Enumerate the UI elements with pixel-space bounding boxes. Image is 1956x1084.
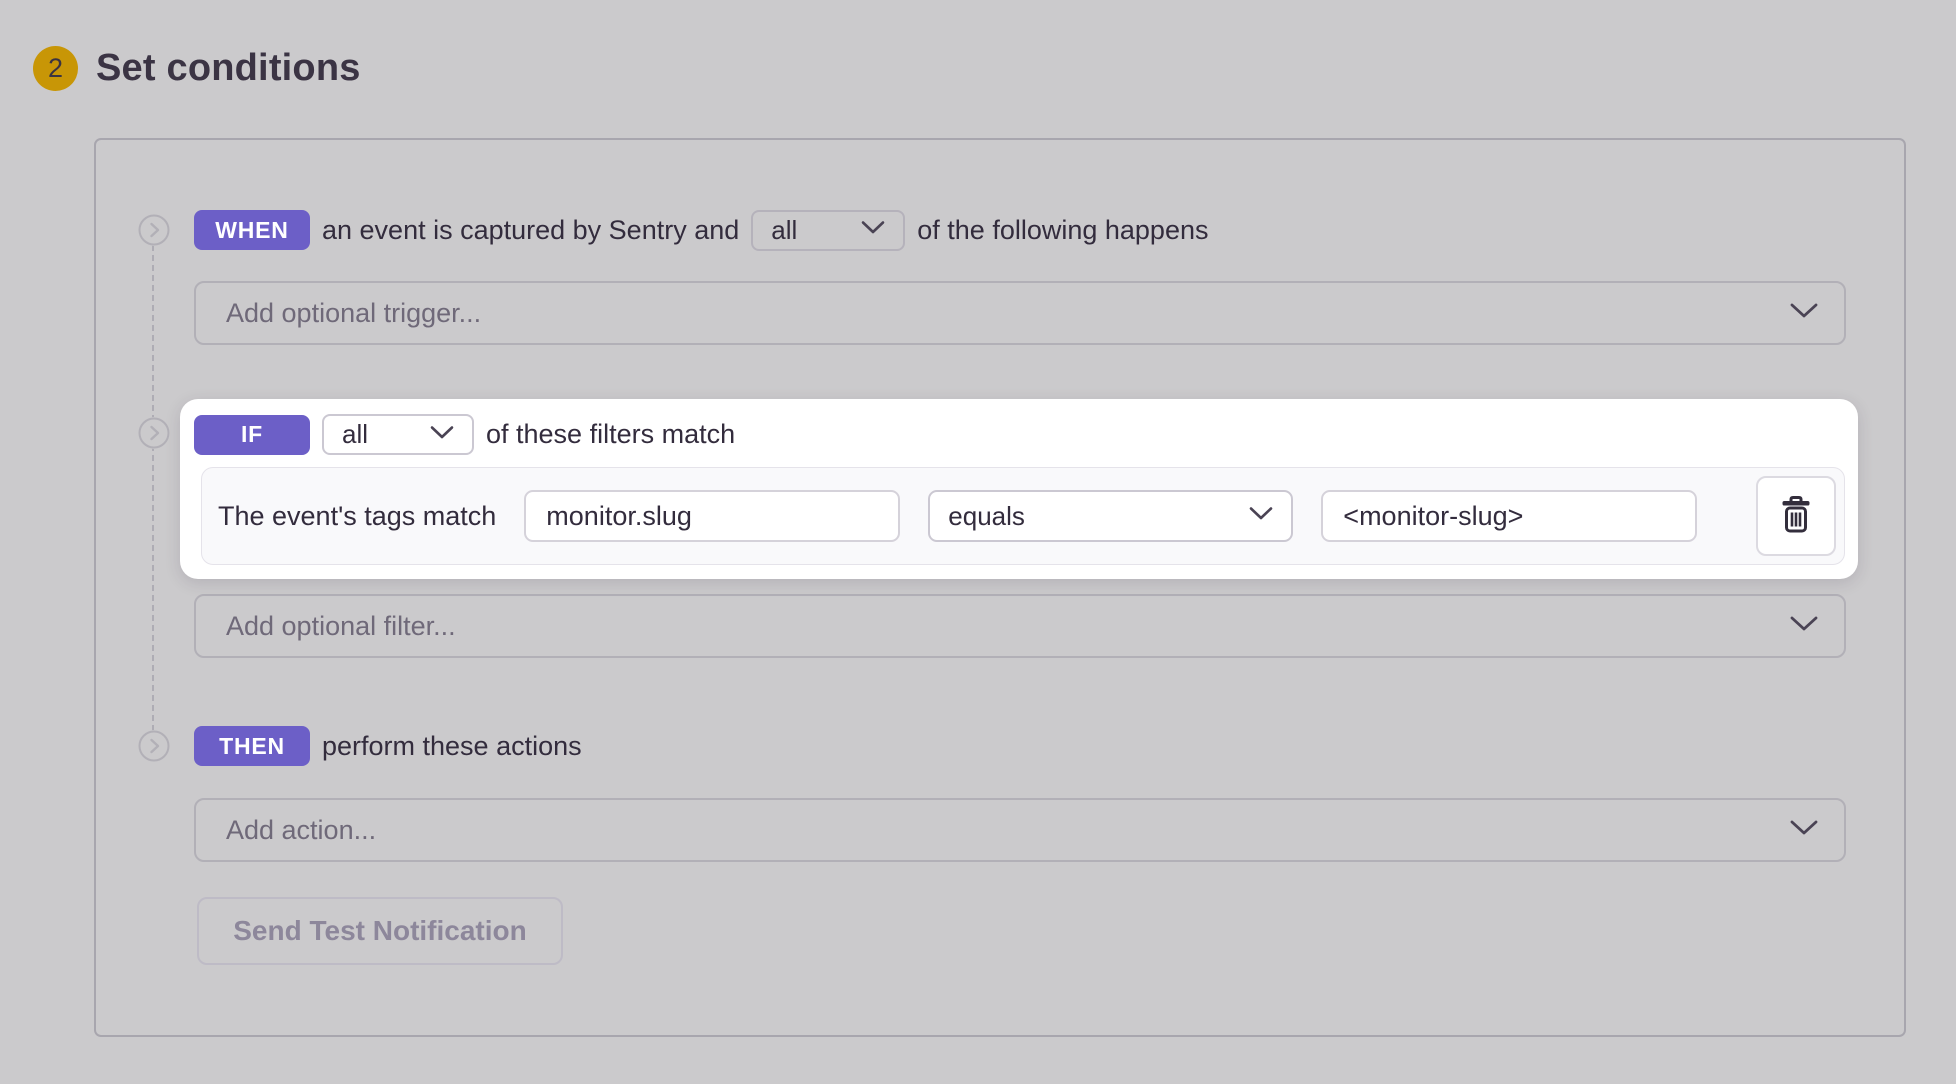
- tag-value-input[interactable]: [1321, 490, 1697, 542]
- chevron-right-circle-icon: [138, 730, 170, 762]
- delete-filter-button[interactable]: [1756, 476, 1836, 556]
- chevron-down-icon: [1790, 302, 1818, 324]
- add-action-placeholder: Add action...: [226, 815, 376, 846]
- add-trigger-dropdown[interactable]: Add optional trigger...: [194, 281, 1846, 345]
- add-trigger-placeholder: Add optional trigger...: [226, 298, 481, 329]
- section-header: 2 Set conditions: [33, 46, 361, 91]
- chevron-down-icon: [1249, 506, 1273, 526]
- chevron-down-icon: [1790, 819, 1818, 841]
- chevron-down-icon: [1790, 615, 1818, 637]
- when-text-after: of the following happens: [917, 215, 1208, 246]
- filter-condition-row: The event's tags match equals: [201, 467, 1845, 565]
- step-connector-line: [152, 245, 154, 731]
- if-badge: IF: [194, 415, 310, 455]
- then-text-after: perform these actions: [322, 731, 582, 762]
- match-operator-value: equals: [948, 501, 1025, 532]
- match-operator-select[interactable]: equals: [928, 490, 1293, 542]
- when-badge: WHEN: [194, 210, 310, 250]
- chevron-right-circle-icon: [138, 417, 170, 449]
- when-text-before: an event is captured by Sentry and: [322, 215, 739, 246]
- if-header-row: IF all of these filters match: [194, 414, 735, 455]
- add-action-dropdown[interactable]: Add action...: [194, 798, 1846, 862]
- then-row: THEN perform these actions: [194, 726, 582, 766]
- chevron-down-icon: [430, 425, 454, 445]
- if-match-select[interactable]: all: [322, 414, 474, 455]
- step-number-badge: 2: [33, 46, 78, 91]
- if-filter-card: IF all of these filters match The event'…: [180, 399, 1858, 579]
- tag-key-input[interactable]: [524, 490, 900, 542]
- then-badge: THEN: [194, 726, 310, 766]
- if-match-select-value: all: [342, 419, 368, 450]
- page-title: Set conditions: [96, 47, 361, 90]
- when-match-select-value: all: [771, 215, 797, 246]
- send-test-notification-button[interactable]: Send Test Notification: [197, 897, 563, 965]
- filter-condition-label: The event's tags match: [218, 501, 496, 532]
- trash-icon: [1779, 496, 1813, 537]
- chevron-down-icon: [861, 220, 885, 240]
- chevron-right-circle-icon: [138, 214, 170, 246]
- conditions-panel: WHEN an event is captured by Sentry and …: [94, 138, 1906, 1037]
- when-row: WHEN an event is captured by Sentry and …: [194, 210, 1208, 250]
- add-filter-placeholder: Add optional filter...: [226, 611, 456, 642]
- when-match-select[interactable]: all: [751, 210, 905, 251]
- add-filter-dropdown[interactable]: Add optional filter...: [194, 594, 1846, 658]
- if-text-after: of these filters match: [486, 419, 735, 450]
